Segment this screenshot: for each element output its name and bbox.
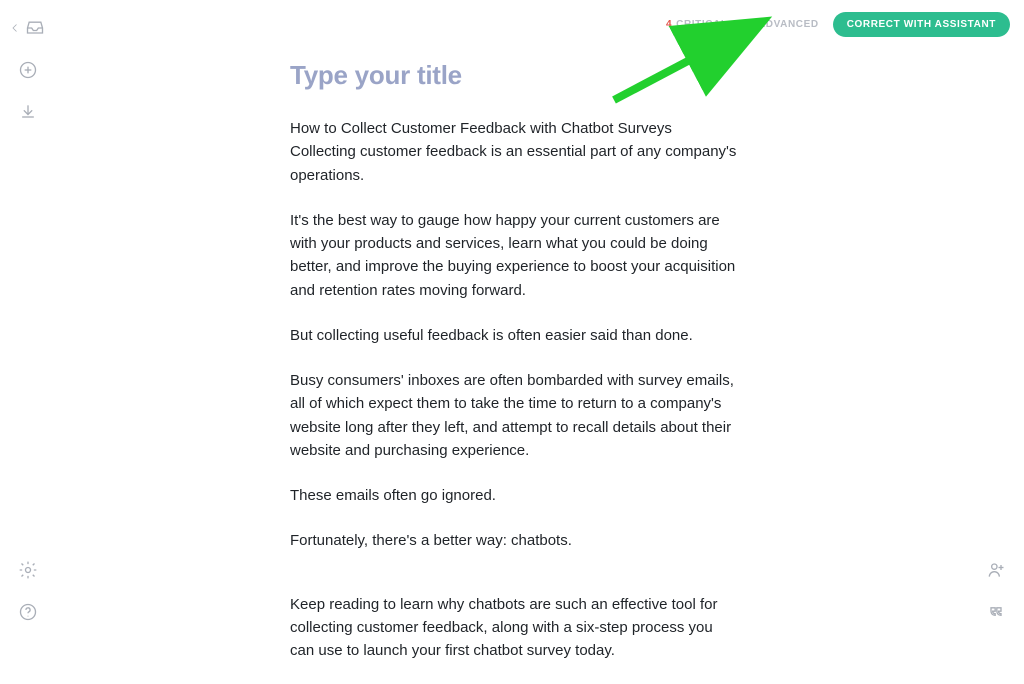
help-button[interactable] xyxy=(16,600,40,624)
paragraph[interactable]: Fortunately, there's a better way: chatb… xyxy=(290,529,740,552)
editor-area: Type your title How to Collect Customer … xyxy=(290,60,740,684)
share-user-button[interactable] xyxy=(984,558,1008,582)
paragraph[interactable]: How to Collect Customer Feedback with Ch… xyxy=(290,117,740,187)
critical-count: 4 xyxy=(666,19,672,30)
paragraph[interactable]: Keep reading to learn why chatbots are s… xyxy=(290,593,740,663)
back-button[interactable] xyxy=(9,16,21,40)
critical-stat[interactable]: 4 CRITICAL xyxy=(666,19,728,30)
download-button[interactable] xyxy=(16,100,40,124)
document-body[interactable]: How to Collect Customer Feedback with Ch… xyxy=(290,117,740,662)
paragraph[interactable]: These emails often go ignored. xyxy=(290,484,740,507)
critical-label: CRITICAL xyxy=(676,19,727,30)
left-sidebar xyxy=(0,0,56,640)
paragraph[interactable]: Busy consumers' inboxes are often bombar… xyxy=(290,369,740,462)
paragraph[interactable]: It's the best way to gauge how happy you… xyxy=(290,209,740,302)
title-input[interactable]: Type your title xyxy=(290,60,740,91)
advanced-count: 35 xyxy=(742,19,754,30)
advanced-stat[interactable]: 35 ADVANCED xyxy=(742,19,819,30)
settings-button[interactable] xyxy=(16,558,40,582)
advanced-label: ADVANCED xyxy=(758,19,819,30)
right-sidebar xyxy=(968,0,1024,640)
correct-with-assistant-button[interactable]: CORRECT WITH ASSISTANT xyxy=(833,12,1010,37)
inbox-icon[interactable] xyxy=(23,16,47,40)
paragraph[interactable]: But collecting useful feedback is often … xyxy=(290,324,740,347)
new-document-button[interactable] xyxy=(16,58,40,82)
quote-button[interactable] xyxy=(984,600,1008,624)
top-bar: 4 CRITICAL 35 ADVANCED CORRECT WITH ASSI… xyxy=(666,12,1010,37)
